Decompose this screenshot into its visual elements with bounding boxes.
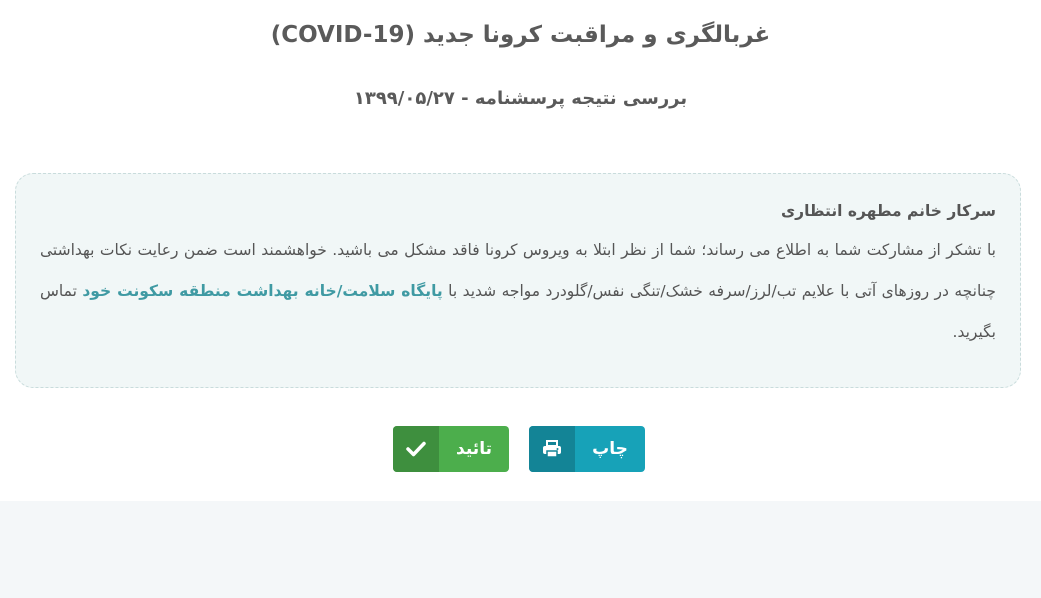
- page-title: غربالگری و مراقبت کرونا جدید (COVID-19): [270, 22, 771, 48]
- result-message: با تشکر از مشارکت شما به اطلاع می رساند؛…: [40, 230, 996, 353]
- confirm-button-label: تائید: [456, 439, 492, 459]
- check-icon: [393, 426, 439, 472]
- page-content: غربالگری و مراقبت کرونا جدید (COVID-19) …: [0, 0, 1041, 501]
- confirm-button[interactable]: تائید: [393, 426, 509, 472]
- print-button-label: چاپ: [592, 439, 628, 459]
- greeting-text: سرکار خانم مطهره انتظاری: [780, 202, 996, 220]
- page-subtitle: بررسی نتیجه پرسشنامه - ۱۳۹۹/۰۵/۲۷: [353, 88, 688, 109]
- print-button[interactable]: چاپ: [529, 426, 645, 472]
- result-card: سرکار خانم مطهره انتظاری با تشکر از مشار…: [15, 173, 1021, 388]
- health-center-link[interactable]: پایگاه سلامت/خانه بهداشت منطقه سکونت خود: [82, 282, 442, 300]
- printer-icon: [529, 426, 575, 472]
